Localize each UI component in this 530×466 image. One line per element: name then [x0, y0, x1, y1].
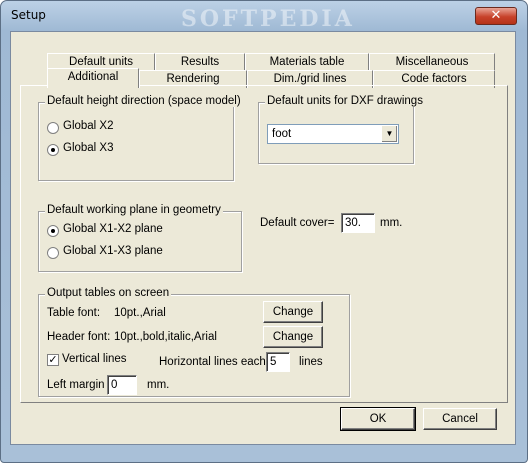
group-legend: Default units for DXF drawings	[265, 95, 425, 107]
horizontal-lines-unit: lines	[299, 356, 323, 368]
tab-label: Dim./grid lines	[273, 73, 347, 85]
ok-button[interactable]: OK	[340, 407, 416, 431]
tab-materials-table[interactable]: Materials table	[245, 53, 369, 71]
radio-label: Global X2	[63, 120, 114, 132]
left-margin-label: Left margin	[47, 379, 105, 391]
radio-global-x2[interactable]	[47, 122, 59, 134]
working-plane-group: Default working plane in geometry Global…	[38, 204, 242, 272]
watermark: SOFTPEDIA	[181, 6, 355, 32]
default-cover-label: Default cover=	[260, 217, 335, 229]
radio-label: Global X3	[63, 142, 114, 154]
tab-panel-additional: Default height direction (space model) G…	[20, 85, 508, 403]
setup-window: Setup SOFTPEDIA ✕ Default units Results …	[0, 0, 528, 463]
horizontal-lines-input[interactable]: 5	[266, 352, 290, 372]
table-font-value: 10pt.,Arial	[114, 307, 166, 319]
height-direction-group: Default height direction (space model) G…	[38, 95, 243, 181]
chevron-down-icon[interactable]: ▼	[381, 126, 397, 142]
default-cover-input[interactable]: 30.	[341, 213, 375, 233]
table-font-label: Table font:	[47, 307, 101, 319]
tab-label: Additional	[67, 71, 119, 83]
left-margin-unit: mm.	[147, 379, 170, 391]
group-legend: Output tables on screen	[45, 287, 172, 299]
tab-miscellaneous[interactable]: Miscellaneous	[369, 53, 495, 71]
change-table-font-button[interactable]: Change	[263, 301, 323, 323]
dxf-units-select[interactable]: foot ▼	[267, 124, 399, 144]
tab-additional[interactable]: Additional	[47, 68, 139, 88]
dxf-units-group: Default units for DXF drawings foot ▼	[258, 95, 425, 164]
tab-results[interactable]: Results	[155, 53, 245, 71]
output-tables-group: Output tables on screen Table font: 10pt…	[38, 287, 350, 397]
close-button[interactable]: ✕	[475, 7, 517, 25]
tab-label: Default units	[69, 56, 133, 68]
vertical-lines-label: Vertical lines	[62, 353, 127, 365]
horizontal-lines-label: Horizontal lines each	[159, 356, 266, 368]
radio-x1-x3-plane[interactable]	[47, 247, 59, 259]
group-legend: Default height direction (space model)	[45, 95, 243, 107]
tab-label: Materials table	[269, 56, 345, 68]
window-title: Setup	[11, 8, 46, 22]
radio-label: Global X1-X3 plane	[63, 245, 163, 257]
group-legend: Default working plane in geometry	[45, 204, 223, 216]
change-header-font-button[interactable]: Change	[263, 326, 323, 348]
tab-label: Miscellaneous	[395, 56, 469, 68]
radio-x1-x2-plane[interactable]	[47, 225, 59, 237]
default-cover-unit: mm.	[380, 217, 403, 229]
tab-label: Code factors	[401, 73, 467, 85]
checkmark-icon: ✓	[48, 353, 58, 366]
close-icon: ✕	[490, 8, 502, 23]
select-value: foot	[272, 128, 292, 140]
header-font-value: 10pt.,bold,italic,Arial	[114, 331, 217, 343]
dialog-client: Default units Results Materials table Mi…	[10, 31, 516, 445]
tab-label: Results	[180, 56, 220, 68]
left-margin-input[interactable]: 0	[107, 375, 137, 395]
tab-label: Rendering	[166, 73, 220, 85]
radio-global-x3[interactable]	[47, 144, 59, 156]
radio-label: Global X1-X2 plane	[63, 223, 163, 235]
title-bar[interactable]: Setup SOFTPEDIA ✕	[1, 1, 527, 32]
vertical-lines-checkbox[interactable]: ✓	[47, 354, 59, 366]
cancel-button[interactable]: Cancel	[423, 408, 497, 430]
header-font-label: Header font:	[47, 331, 111, 343]
